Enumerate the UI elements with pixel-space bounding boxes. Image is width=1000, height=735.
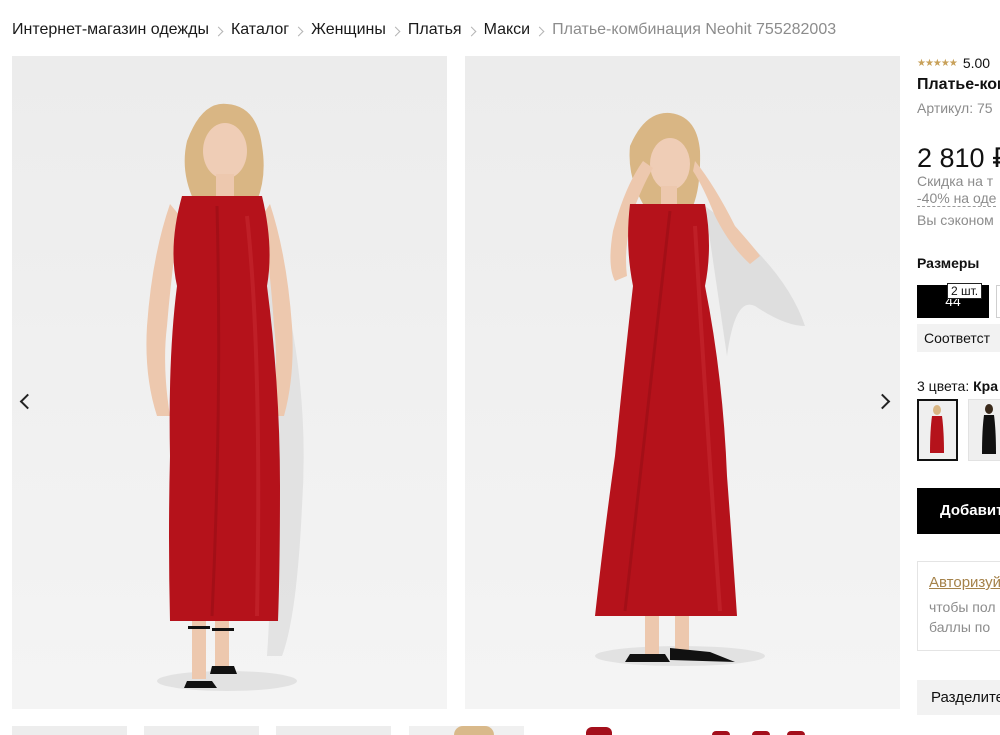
stock-badge: 2 шт. <box>947 283 983 299</box>
product-photo-front[interactable] <box>12 56 447 709</box>
swatch-black-image <box>982 404 996 454</box>
product-rating[interactable]: ★★★★★ 5.00 <box>917 55 990 71</box>
thumbnail[interactable] <box>572 726 632 735</box>
thumbnail[interactable] <box>276 726 391 735</box>
thumbnail[interactable] <box>409 726 524 735</box>
auth-text-line2: баллы по <box>929 619 991 635</box>
breadcrumb-maxi[interactable]: Макси <box>484 21 531 39</box>
model-side-illustration <box>595 112 805 666</box>
color-swatch-black[interactable] <box>968 399 1000 461</box>
add-to-cart-button[interactable]: Добавит <box>917 488 1000 534</box>
product-photo-side[interactable] <box>465 56 900 709</box>
auth-text-line1: чтобы пол <box>929 599 996 615</box>
chevron-right-icon <box>293 26 304 36</box>
star-rating-icon: ★★★★★ <box>917 57 958 69</box>
rating-value: 5.00 <box>962 55 991 71</box>
auth-link[interactable]: Авторизуй <box>929 574 1000 591</box>
product-article: Артикул: 75 <box>917 100 993 116</box>
breadcrumb-home[interactable]: Интернет-магазин одежды <box>12 21 209 39</box>
split-payment-button[interactable]: Разделите <box>917 680 1000 715</box>
savings-info: Вы сэконом <box>917 212 994 228</box>
product-info-panel: ★★★★★ 5.00 Платье-ком Артикул: 75 2 810 … <box>917 0 1000 735</box>
size-option[interactable] <box>996 285 1000 318</box>
thumbnail-strip <box>12 726 912 735</box>
swatch-red-image <box>930 405 944 453</box>
breadcrumb-dresses[interactable]: Платья <box>408 21 462 39</box>
product-title: Платье-ком <box>917 76 1000 93</box>
discount-info: Скидка на т <box>917 173 994 189</box>
size-fit-button[interactable]: Соответст <box>917 324 1000 352</box>
chevron-right-icon <box>466 26 477 36</box>
gallery-prev-button[interactable] <box>14 390 36 412</box>
chevron-right-icon <box>534 26 545 36</box>
thumbnail[interactable] <box>12 726 127 735</box>
thumbnail[interactable] <box>144 726 259 735</box>
discount-promo-link[interactable]: -40% на оде <box>917 190 997 207</box>
selected-color-name: Кра <box>973 378 999 394</box>
chevron-right-icon <box>213 26 224 36</box>
chevron-right-icon <box>390 26 401 36</box>
chevron-right-icon <box>874 393 891 409</box>
gallery-next-button[interactable] <box>874 390 896 412</box>
colors-count: 3 цвета: <box>917 378 974 394</box>
auth-bonus-box: Авторизуй чтобы пол баллы по <box>917 561 1000 651</box>
breadcrumb-women[interactable]: Женщины <box>311 21 386 39</box>
breadcrumb: Интернет-магазин одежды Каталог Женщины … <box>12 21 836 39</box>
colors-title: 3 цвета: Кра <box>917 378 998 394</box>
model-front-illustration <box>146 103 304 691</box>
thumbnail[interactable] <box>702 726 805 735</box>
sizes-title: Размеры <box>917 255 980 271</box>
breadcrumb-catalog[interactable]: Каталог <box>231 21 289 39</box>
color-swatch-red[interactable] <box>917 399 958 461</box>
product-price: 2 810 ₽ <box>917 143 1000 173</box>
breadcrumb-current: Платье-комбинация Neohit 755282003 <box>552 21 837 38</box>
chevron-left-icon <box>19 393 36 409</box>
